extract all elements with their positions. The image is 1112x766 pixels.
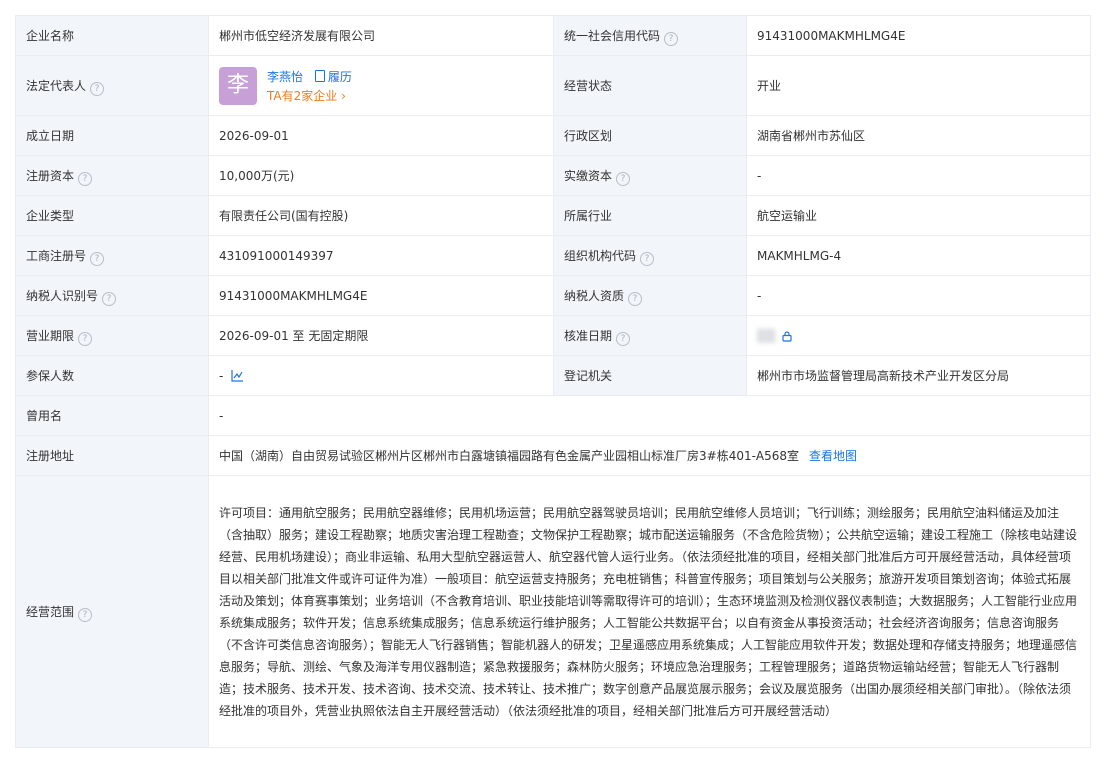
company-name-value: 郴州市低空经济发展有限公司 <box>208 15 554 56</box>
legal-rep-info: 李燕怡 履历 TA有2家企业 › <box>267 67 352 105</box>
reg-no-label: 工商注册号 <box>26 248 87 263</box>
legal-rep-label: 法定代表人 <box>26 78 87 93</box>
question-circle-icon[interactable]: ? <box>78 171 93 186</box>
scope-label-cell: 经营范围? <box>15 475 209 748</box>
blurred-value: ▒▒ <box>757 328 776 343</box>
company-info-panel: 企业名称 郴州市低空经济发展有限公司 统一社会信用代码? 91431000MAK… <box>15 15 1091 748</box>
legal-rep-value-cell: 李 李燕怡 履历 TA有2家企业 › <box>208 55 554 116</box>
approval-date-label: 核准日期 <box>564 328 613 343</box>
credit-code-label-cell: 统一社会信用代码? <box>553 15 747 56</box>
registrar-value: 郴州市市场监督管理局高新技术产业开发区分局 <box>746 355 1091 396</box>
org-code-value: MAKMHLMG-4 <box>746 235 1091 276</box>
related-companies-label: TA有2家企业 <box>267 88 338 103</box>
reg-capital-label-cell: 注册资本? <box>15 155 209 196</box>
taxpayer-qual-label-cell: 纳税人资质? <box>553 275 747 316</box>
org-code-label-cell: 组织机构代码? <box>553 235 747 276</box>
question-circle-icon[interactable]: ? <box>78 607 93 622</box>
table-row: 纳税人识别号? 91431000MAKMHLMG4E 纳税人资质? - <box>15 275 1091 316</box>
status-label: 经营状态 <box>553 55 747 116</box>
taxpayer-id-label-cell: 纳税人识别号? <box>15 275 209 316</box>
founded-value: 2026-09-01 <box>208 115 554 156</box>
scope-value: 许可项目：通用航空服务；民用航空器维修；民用机场运营；民用航空器驾驶员培训；民用… <box>208 475 1091 748</box>
legal-rep-label-cell: 法定代表人? <box>15 55 209 116</box>
taxpayer-id-label: 纳税人识别号 <box>26 288 99 303</box>
resume-label: 履历 <box>327 69 352 84</box>
paid-capital-label: 实缴资本 <box>564 168 613 183</box>
document-icon <box>314 69 325 82</box>
reg-capital-label: 注册资本 <box>26 168 75 183</box>
related-companies-link[interactable]: TA有2家企业 › <box>267 87 352 105</box>
table-row: 法定代表人? 李 李燕怡 履历 TA有2家企业 › 经营状态 开业 <box>15 55 1091 116</box>
view-map-link[interactable]: 查看地图 <box>809 449 857 463</box>
company-info-table: 企业名称 郴州市低空经济发展有限公司 统一社会信用代码? 91431000MAK… <box>15 15 1091 748</box>
resume-link[interactable]: 履历 <box>314 69 352 84</box>
taxpayer-qual-label: 纳税人资质 <box>564 288 625 303</box>
table-row: 企业名称 郴州市低空经济发展有限公司 统一社会信用代码? 91431000MAK… <box>15 15 1091 56</box>
avatar[interactable]: 李 <box>219 66 257 105</box>
chevron-right-icon: › <box>341 88 346 103</box>
address-value-cell: 中国（湖南）自由贸易试验区郴州片区郴州市白露塘镇福园路有色金属产业园相山标准厂房… <box>208 435 1091 476</box>
credit-code-value: 91431000MAKMHLMG4E <box>746 15 1091 56</box>
reg-no-label-cell: 工商注册号? <box>15 235 209 276</box>
table-row: 营业期限? 2026-09-01 至 无固定期限 核准日期? ▒▒ <box>15 315 1091 356</box>
legal-rep-block: 李 李燕怡 履历 TA有2家企业 › <box>219 66 543 105</box>
question-circle-icon[interactable]: ? <box>616 331 631 346</box>
question-circle-icon[interactable]: ? <box>102 291 117 306</box>
taxpayer-id-value: 91431000MAKMHLMG4E <box>208 275 554 316</box>
term-label: 营业期限 <box>26 328 75 343</box>
address-label: 注册地址 <box>15 435 209 476</box>
paid-capital-value: - <box>746 155 1091 196</box>
legal-rep-name-link[interactable]: 李燕怡 <box>267 70 303 84</box>
table-row: 参保人数 - 登记机关 郴州市市场监督管理局高新技术产业开发区分局 <box>15 355 1091 396</box>
region-value: 湖南省郴州市苏仙区 <box>746 115 1091 156</box>
former-name-value: - <box>208 395 1091 436</box>
taxpayer-qual-value: - <box>746 275 1091 316</box>
question-circle-icon[interactable]: ? <box>78 331 93 346</box>
former-name-label: 曾用名 <box>15 395 209 436</box>
lock-icon[interactable] <box>781 330 793 342</box>
approval-date-value-cell: ▒▒ <box>746 315 1091 356</box>
line-chart-icon[interactable] <box>231 369 244 382</box>
table-row: 注册地址 中国（湖南）自由贸易试验区郴州片区郴州市白露塘镇福园路有色金属产业园相… <box>15 435 1091 476</box>
insured-value-cell: - <box>208 355 554 396</box>
approval-date-label-cell: 核准日期? <box>553 315 747 356</box>
company-name-label: 企业名称 <box>15 15 209 56</box>
table-row: 成立日期 2026-09-01 行政区划 湖南省郴州市苏仙区 <box>15 115 1091 156</box>
credit-code-label: 统一社会信用代码 <box>564 28 661 43</box>
insured-label: 参保人数 <box>15 355 209 396</box>
table-row: 曾用名 - <box>15 395 1091 436</box>
term-value: 2026-09-01 至 无固定期限 <box>208 315 554 356</box>
founded-label: 成立日期 <box>15 115 209 156</box>
industry-value: 航空运输业 <box>746 195 1091 236</box>
registrar-label: 登记机关 <box>553 355 747 396</box>
company-type-label: 企业类型 <box>15 195 209 236</box>
table-row: 注册资本? 10,000万(元) 实缴资本? - <box>15 155 1091 196</box>
scope-label: 经营范围 <box>26 604 75 619</box>
question-circle-icon[interactable]: ? <box>90 251 105 266</box>
industry-label: 所属行业 <box>553 195 747 236</box>
status-value: 开业 <box>746 55 1091 116</box>
org-code-label: 组织机构代码 <box>564 248 637 263</box>
reg-no-value: 431091000149397 <box>208 235 554 276</box>
insured-value: - <box>219 368 224 383</box>
question-circle-icon[interactable]: ? <box>640 251 655 266</box>
question-circle-icon[interactable]: ? <box>664 31 679 46</box>
table-row: 工商注册号? 431091000149397 组织机构代码? MAKMHLMG-… <box>15 235 1091 276</box>
term-label-cell: 营业期限? <box>15 315 209 356</box>
address-value: 中国（湖南）自由贸易试验区郴州片区郴州市白露塘镇福园路有色金属产业园相山标准厂房… <box>219 448 800 463</box>
table-row: 企业类型 有限责任公司(国有控股) 所属行业 航空运输业 <box>15 195 1091 236</box>
region-label: 行政区划 <box>553 115 747 156</box>
paid-capital-label-cell: 实缴资本? <box>553 155 747 196</box>
reg-capital-value: 10,000万(元) <box>208 155 554 196</box>
company-type-value: 有限责任公司(国有控股) <box>208 195 554 236</box>
question-circle-icon[interactable]: ? <box>616 171 631 186</box>
question-circle-icon[interactable]: ? <box>628 291 643 306</box>
table-row: 经营范围? 许可项目：通用航空服务；民用航空器维修；民用机场运营；民用航空器驾驶… <box>15 475 1091 748</box>
question-circle-icon[interactable]: ? <box>90 81 105 96</box>
